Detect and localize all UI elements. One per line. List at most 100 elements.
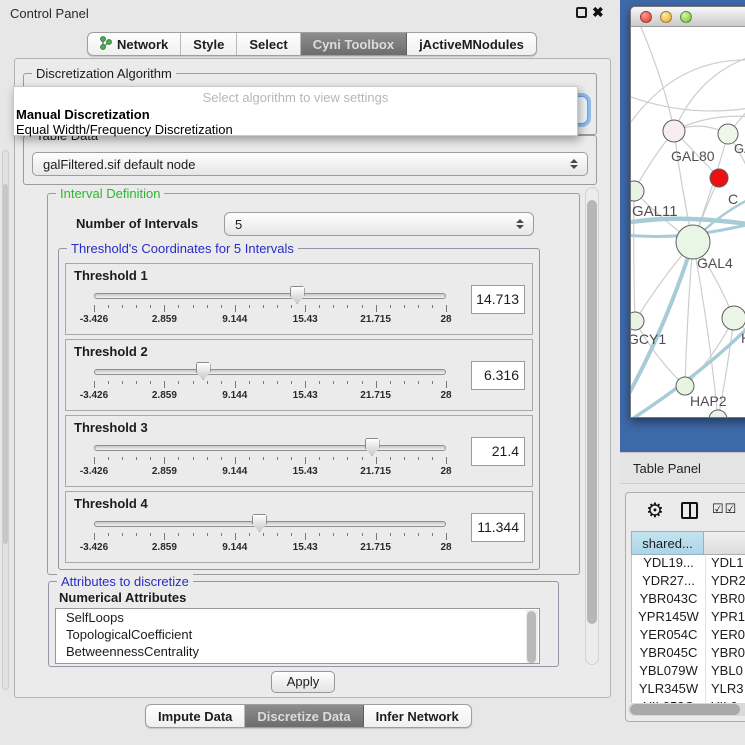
- tab-impute-data[interactable]: Impute Data: [146, 705, 245, 727]
- tab-infer-network[interactable]: Infer Network: [364, 705, 471, 727]
- cell-name[interactable]: YBL0: [705, 663, 745, 681]
- threshold-label: Threshold 2: [74, 344, 148, 359]
- zoom-traffic-light-icon[interactable]: [680, 11, 692, 23]
- table-data-combobox[interactable]: galFiltered.sif default node: [32, 152, 588, 176]
- node-label: GAL80: [671, 148, 715, 164]
- table-toolbar: ⚙ ☑☑: [626, 497, 745, 527]
- column-header-name[interactable]: name: [704, 531, 745, 555]
- checkboxes-icon[interactable]: ☑☑: [712, 501, 737, 517]
- dropdown-prompt: Select algorithm to view settings: [14, 90, 577, 107]
- table-row[interactable]: YPR145WYPR1: [632, 609, 745, 627]
- table-panel-title: Table Panel: [633, 461, 701, 476]
- threshold-slider-track[interactable]: [94, 521, 446, 527]
- columns-icon[interactable]: [681, 502, 698, 519]
- cell-shared-name[interactable]: YDR27...: [632, 573, 705, 591]
- tab-select[interactable]: Select: [237, 33, 300, 55]
- attribute-list-item[interactable]: BetweennessCentrality: [56, 643, 539, 660]
- apply-button[interactable]: Apply: [271, 671, 335, 693]
- network-node-gcy1[interactable]: [631, 312, 644, 330]
- close-icon[interactable]: ✖: [592, 4, 604, 21]
- threshold-value-field[interactable]: 6.316: [471, 361, 525, 390]
- tab-jactivemnodules[interactable]: jActiveMNodules: [407, 33, 536, 55]
- node-label: GAL4: [697, 255, 733, 271]
- cell-name[interactable]: YBR0: [705, 591, 745, 609]
- close-traffic-light-icon[interactable]: [640, 11, 652, 23]
- tab-discretize-data[interactable]: Discretize Data: [245, 705, 363, 727]
- dropdown-option-manual-discretization[interactable]: Manual Discretization: [14, 107, 577, 122]
- threshold-slider-thumb[interactable]: [196, 362, 211, 380]
- threshold-slider-track[interactable]: [94, 445, 446, 451]
- network-node-gal4[interactable]: [676, 225, 710, 259]
- threshold-slider-thumb[interactable]: [290, 286, 305, 304]
- threshold-slider-track[interactable]: [94, 293, 446, 299]
- table-row[interactable]: YBR043CYBR0: [632, 591, 745, 609]
- left-thin-scrollbar[interactable]: [2, 150, 9, 690]
- algorithm-dropdown-popup: Select algorithm to view settings Manual…: [13, 86, 578, 136]
- threshold-value-field[interactable]: 21.4: [471, 437, 525, 466]
- threshold-value-field[interactable]: 14.713: [471, 285, 525, 314]
- cell-name[interactable]: YDR2: [705, 573, 745, 591]
- table-row[interactable]: YDL19...YDL1: [632, 555, 745, 573]
- network-node[interactable]: [709, 410, 727, 418]
- table-data-group: Table Data galFiltered.sif default node: [23, 135, 597, 185]
- table-row[interactable]: YER054CYER0: [632, 627, 745, 645]
- cell-shared-name[interactable]: YBL079W: [632, 663, 705, 681]
- dropdown-option-equal-width-frequency[interactable]: Equal Width/Frequency Discretization: [14, 122, 577, 137]
- numerical-attributes-list[interactable]: SelfLoopsTopologicalCoefficientBetweenne…: [55, 608, 540, 664]
- network-node-h[interactable]: [722, 306, 745, 330]
- network-canvas[interactable]: GAL80GACGAL11GAL4GCY1HHAP2: [631, 27, 745, 418]
- column-header-shared-name[interactable]: shared...: [631, 531, 704, 555]
- top-tab-bar: Network Style Select Cyni Toolbox jActiv…: [87, 32, 537, 56]
- threshold-panel-2: Threshold 2-3.4262.8599.14415.4321.71528…: [65, 339, 533, 411]
- node-label: GAL11: [632, 203, 678, 220]
- tab-network[interactable]: Network: [88, 33, 181, 55]
- cell-shared-name[interactable]: YBR045C: [632, 645, 705, 663]
- network-node-c[interactable]: [710, 169, 728, 187]
- network-view-window[interactable]: GAL80GACGAL11GAL4GCY1HHAP2: [630, 6, 745, 418]
- numerical-attributes-label: Numerical Attributes: [59, 590, 186, 605]
- table-row[interactable]: YBL079WYBL0: [632, 663, 745, 681]
- cell-name[interactable]: YPR1: [705, 609, 745, 627]
- cell-name[interactable]: YBR0: [705, 645, 745, 663]
- attribute-list-item[interactable]: SelfLoops: [56, 609, 539, 626]
- slider-tick-labels: -3.4262.8599.14415.4321.71528: [94, 542, 446, 554]
- minimize-traffic-light-icon[interactable]: [660, 11, 672, 23]
- number-of-intervals-combobox[interactable]: 5: [224, 212, 534, 236]
- gear-icon[interactable]: ⚙: [646, 498, 664, 523]
- table-row[interactable]: YBR045CYBR0: [632, 645, 745, 663]
- threshold-panel-1: Threshold 1-3.4262.8599.14415.4321.71528…: [65, 263, 533, 335]
- threshold-slider-thumb[interactable]: [252, 514, 267, 532]
- threshold-slider-track[interactable]: [94, 369, 446, 375]
- attribute-list-item[interactable]: TopologicalCoefficient: [56, 626, 539, 643]
- cell-shared-name[interactable]: YPR145W: [632, 609, 705, 627]
- float-window-icon[interactable]: [576, 7, 587, 18]
- cell-shared-name[interactable]: YDL19...: [632, 555, 705, 573]
- table-header-row: shared... name: [631, 531, 745, 555]
- network-node-gal11[interactable]: [631, 181, 644, 201]
- cell-shared-name[interactable]: YER054C: [632, 627, 705, 645]
- cell-shared-name[interactable]: YLR345W: [632, 681, 705, 699]
- cell-shared-name[interactable]: YBR043C: [632, 591, 705, 609]
- threshold-value-field[interactable]: 11.344: [471, 513, 525, 542]
- cell-name[interactable]: YLR3: [705, 681, 745, 699]
- network-nodes: GAL80GACGAL11GAL4GCY1HHAP2: [631, 120, 745, 418]
- panel-title: Control Panel: [10, 6, 89, 21]
- table-row[interactable]: YDR27...YDR2: [632, 573, 745, 591]
- node-label: GA: [734, 141, 745, 156]
- network-node-gal80[interactable]: [663, 120, 685, 142]
- threshold-panel-4: Threshold 4-3.4262.8599.14415.4321.71528…: [65, 491, 533, 563]
- threshold-slider-thumb[interactable]: [365, 438, 380, 456]
- table-data-combobox-value: galFiltered.sif default node: [43, 157, 195, 172]
- slider-ticks: [94, 457, 446, 465]
- tab-style[interactable]: Style: [181, 33, 237, 55]
- attributes-list-scrollbar[interactable]: [526, 610, 538, 664]
- table-horizontal-scrollbar[interactable]: [628, 703, 745, 716]
- right-side: GAL80GACGAL11GAL4GCY1HHAP2 Table Panel ⚙…: [620, 0, 745, 745]
- cell-name[interactable]: YER0: [705, 627, 745, 645]
- network-icon: [100, 36, 112, 53]
- table-row[interactable]: YLR345WYLR3: [632, 681, 745, 699]
- threshold-label: Threshold 3: [74, 420, 148, 435]
- cell-name[interactable]: YDL1: [705, 555, 745, 573]
- panel-vertical-scrollbar[interactable]: [585, 187, 599, 665]
- tab-cyni-toolbox[interactable]: Cyni Toolbox: [301, 33, 407, 55]
